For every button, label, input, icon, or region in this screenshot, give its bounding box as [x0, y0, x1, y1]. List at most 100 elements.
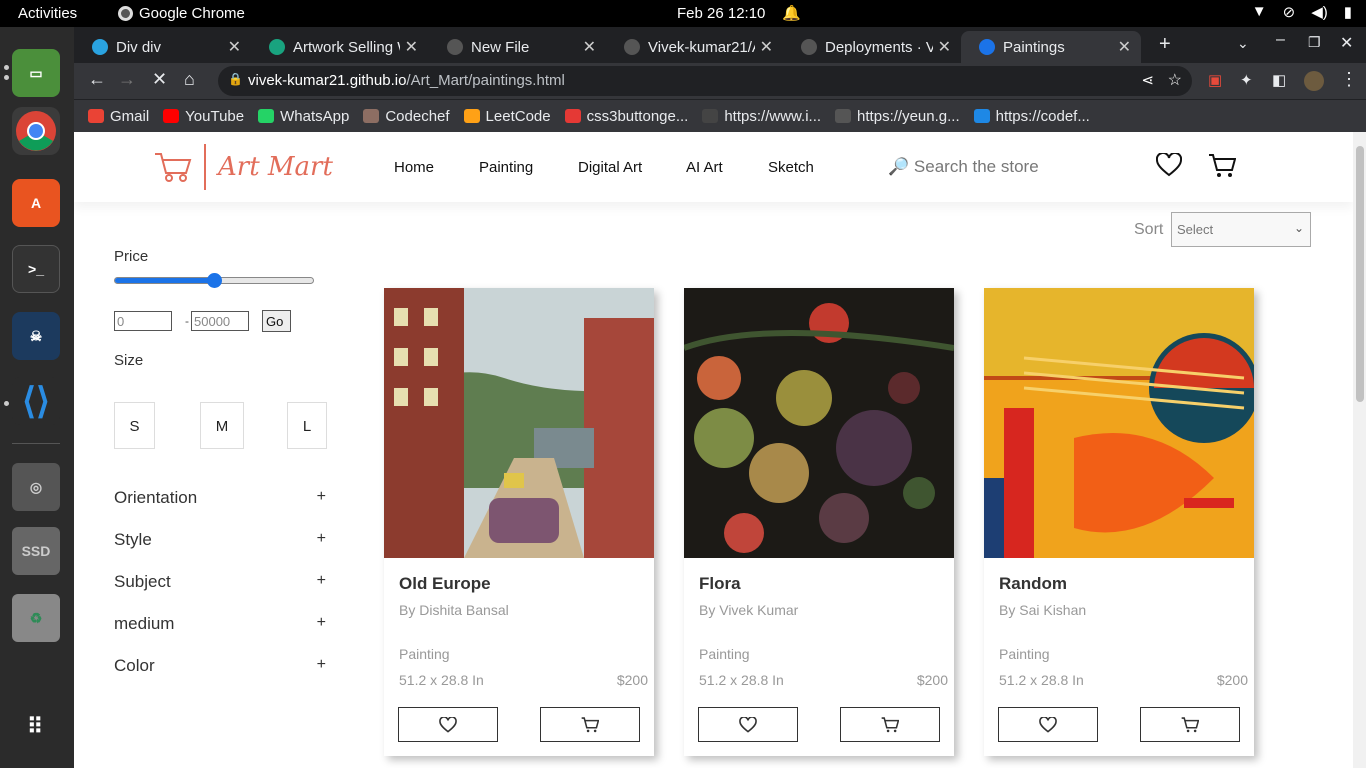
show-apps-icon[interactable]: ⠿: [12, 703, 60, 751]
browser-tab[interactable]: Vivek-kumar21/A ✕: [606, 31, 783, 63]
add-to-wishlist-button[interactable]: [398, 707, 498, 742]
minimize-icon[interactable]: –: [1276, 31, 1285, 49]
software-store-icon[interactable]: A: [12, 179, 60, 227]
product-card[interactable]: Flora By Vivek Kumar Painting 51.2 x 28.…: [684, 288, 954, 756]
scrollbar-thumb[interactable]: [1356, 146, 1364, 402]
tab-title: Deployments · V: [825, 38, 933, 56]
bookmark-item[interactable]: WhatsApp: [258, 108, 349, 125]
bookmark-item[interactable]: https://codef...: [973, 107, 1090, 125]
add-to-cart-button[interactable]: [1140, 707, 1240, 742]
site-logo[interactable]: Art Mart: [154, 144, 333, 190]
back-icon[interactable]: ←: [88, 69, 106, 90]
product-title[interactable]: Old Europe: [399, 574, 491, 594]
bookmark-item[interactable]: Codechef: [363, 108, 450, 125]
price-slider-handle[interactable]: [207, 273, 222, 288]
nav-ai-art[interactable]: AI Art: [686, 159, 723, 176]
tab-favicon-icon: [624, 39, 640, 55]
size-s-button[interactable]: S: [114, 402, 155, 449]
address-bar[interactable]: 🔒 vivek-kumar21.github.io/Art_Mart/paint…: [218, 66, 1192, 96]
browser-tab[interactable]: New File ✕: [429, 31, 606, 63]
clock[interactable]: Feb 26 12:10: [677, 5, 765, 22]
add-to-cart-button[interactable]: [540, 707, 640, 742]
new-tab-icon[interactable]: +: [1159, 33, 1171, 56]
add-to-wishlist-button[interactable]: [998, 707, 1098, 742]
bookmark-item[interactable]: css3buttonge...: [564, 108, 688, 125]
close-tab-icon[interactable]: ✕: [938, 37, 951, 57]
product-image-old-europe[interactable]: [384, 288, 654, 558]
activities-button[interactable]: Activities: [18, 5, 77, 22]
add-to-cart-button[interactable]: [840, 707, 940, 742]
game-icon[interactable]: ☠: [12, 312, 60, 360]
close-tab-icon[interactable]: ✕: [228, 37, 241, 57]
price-slider[interactable]: [114, 273, 314, 288]
product-card[interactable]: Old Europe By Dishita Bansal Painting 51…: [384, 288, 654, 756]
bookmark-label: https://codef...: [995, 107, 1090, 125]
page-scrollbar[interactable]: [1353, 132, 1366, 768]
profile-avatar[interactable]: [1304, 71, 1324, 91]
accordion-medium[interactable]: medium +: [114, 614, 326, 634]
forward-icon[interactable]: →: [118, 69, 136, 90]
bookmark-item[interactable]: Gmail: [88, 108, 149, 125]
nav-home[interactable]: Home: [394, 159, 434, 176]
wishlist-heart-icon[interactable]: [1156, 153, 1182, 177]
stop-loading-icon[interactable]: ✕: [152, 69, 167, 90]
extension-calendar-icon[interactable]: ▣: [1208, 71, 1222, 89]
product-image-random[interactable]: [984, 288, 1254, 558]
price-max-input[interactable]: 50000: [191, 311, 249, 331]
accordion-style[interactable]: Style +: [114, 530, 326, 550]
share-icon[interactable]: ⋖: [1141, 71, 1154, 89]
disc-icon[interactable]: ◎: [12, 463, 60, 511]
nav-digital-art[interactable]: Digital Art: [578, 159, 642, 176]
cart-icon[interactable]: [1208, 152, 1236, 178]
close-tab-icon[interactable]: ✕: [760, 37, 773, 57]
app-menu[interactable]: Google Chrome: [118, 5, 245, 22]
close-tab-icon[interactable]: ✕: [1118, 37, 1131, 57]
browser-tab[interactable]: Deployments · V ✕: [783, 31, 961, 63]
terminal-icon[interactable]: >_: [12, 245, 60, 293]
product-title[interactable]: Flora: [699, 574, 741, 594]
nav-painting[interactable]: Painting: [479, 159, 533, 176]
chrome-dock-icon[interactable]: [12, 107, 60, 155]
close-window-icon[interactable]: ✕: [1340, 33, 1353, 53]
logo-divider: [204, 144, 206, 190]
accordion-orientation[interactable]: Orientation +: [114, 488, 326, 508]
tab-favicon-icon: [269, 39, 285, 55]
product-title[interactable]: Random: [999, 574, 1067, 594]
system-tray[interactable]: ▼ ⊘ ◀) ▮: [1252, 3, 1352, 21]
size-l-button[interactable]: L: [287, 402, 327, 449]
cart-icon: [1181, 717, 1199, 733]
close-tab-icon[interactable]: ✕: [405, 37, 418, 57]
size-m-button[interactable]: M: [200, 402, 244, 449]
menu-icon[interactable]: ⋮: [1340, 69, 1358, 90]
product-image-flora[interactable]: [684, 288, 954, 558]
accordion-subject[interactable]: Subject +: [114, 572, 326, 592]
ssd-drive-icon[interactable]: SSD: [12, 527, 60, 575]
price-min-input[interactable]: 0: [114, 311, 172, 331]
trash-icon[interactable]: ♻: [12, 594, 60, 642]
nav-sketch[interactable]: Sketch: [768, 159, 814, 176]
close-tab-icon[interactable]: ✕: [583, 37, 596, 57]
tab-search-icon[interactable]: ⌄: [1237, 35, 1249, 52]
bookmark-star-icon[interactable]: ☆: [1168, 70, 1182, 90]
extensions-puzzle-icon[interactable]: ✦: [1240, 71, 1253, 89]
bookmark-item[interactable]: https://www.i...: [702, 108, 821, 125]
files-icon[interactable]: ▭: [12, 49, 60, 97]
side-panel-icon[interactable]: ◧: [1272, 71, 1286, 89]
bookmark-item[interactable]: https://yeun.g...: [835, 108, 960, 125]
browser-tab[interactable]: Artwork Selling W ✕: [251, 31, 428, 63]
plus-icon: +: [316, 614, 326, 631]
search-input[interactable]: 🔎 Search the store: [888, 157, 1039, 177]
vscode-icon[interactable]: ⟨⟩: [12, 377, 60, 425]
add-to-wishlist-button[interactable]: [698, 707, 798, 742]
bookmark-item[interactable]: LeetCode: [463, 108, 551, 125]
browser-tab[interactable]: Paintings ✕: [961, 31, 1141, 63]
product-card[interactable]: Random By Sai Kishan Painting 51.2 x 28.…: [984, 288, 1254, 756]
price-go-button[interactable]: Go: [262, 310, 291, 332]
home-icon[interactable]: ⌂: [184, 69, 195, 90]
accordion-color[interactable]: Color +: [114, 656, 326, 676]
maximize-icon[interactable]: ❐: [1308, 34, 1321, 51]
browser-tab[interactable]: Div div ✕: [74, 31, 251, 63]
bookmark-item[interactable]: YouTube: [163, 108, 244, 125]
tab-title: Paintings: [1003, 38, 1065, 56]
sort-select[interactable]: Select ⌄: [1171, 212, 1311, 247]
